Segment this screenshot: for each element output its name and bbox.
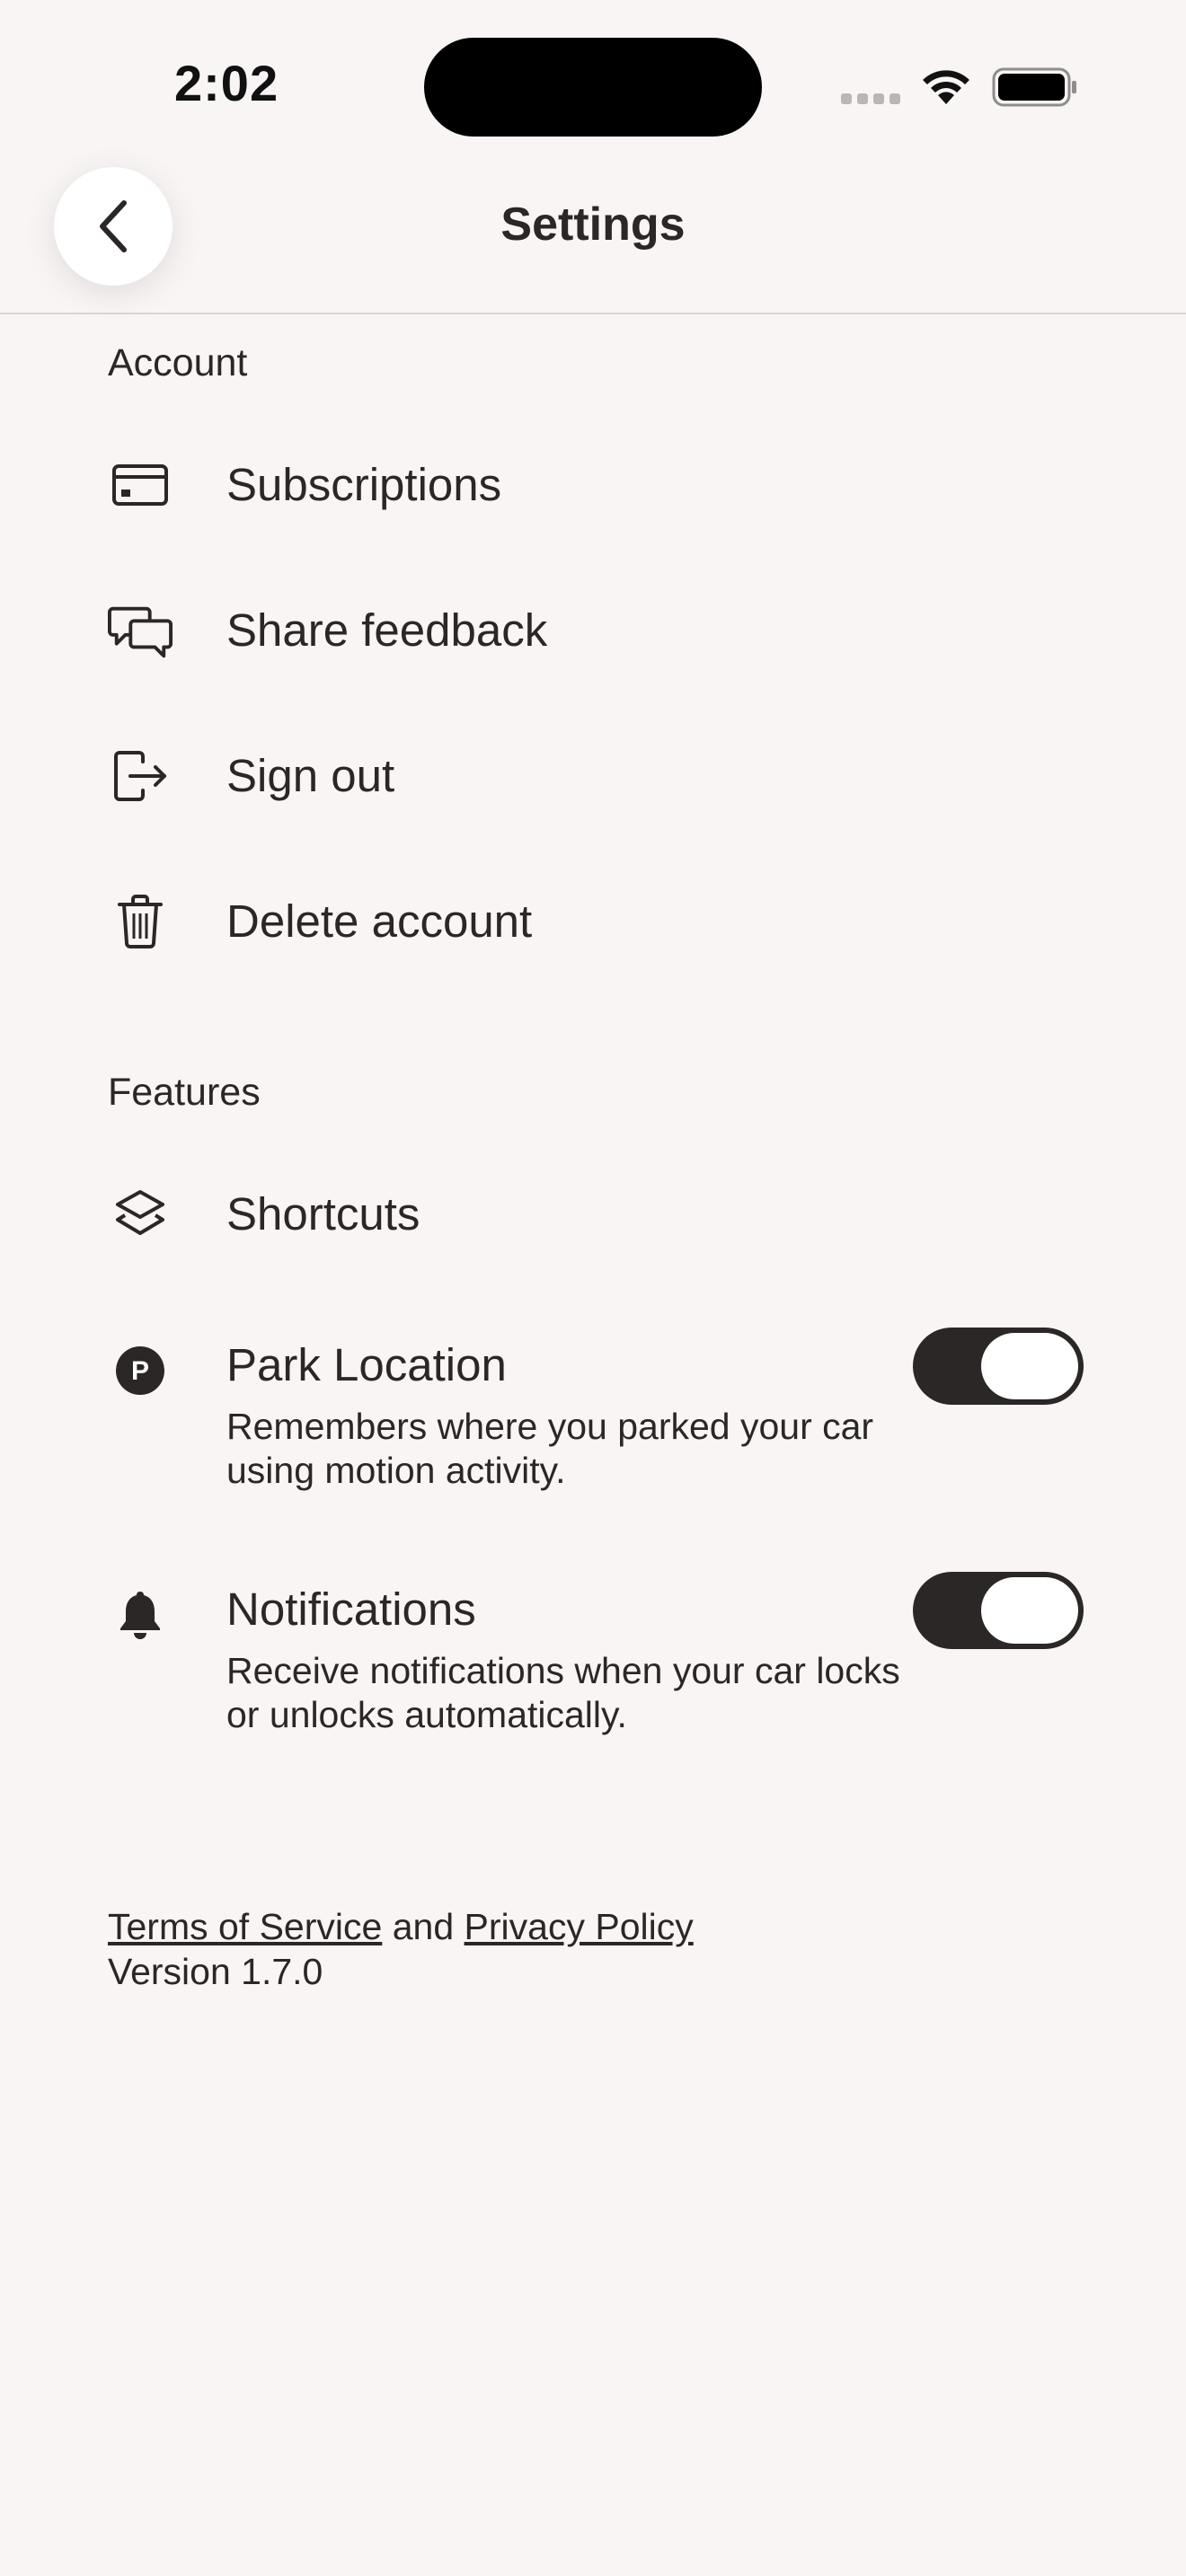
page-title: Settings — [500, 198, 686, 251]
sign-out-icon — [108, 744, 173, 808]
layers-icon — [108, 1182, 173, 1247]
dynamic-island — [424, 38, 762, 137]
notifications-toggle[interactable] — [913, 1572, 1084, 1649]
terms-of-service-link[interactable]: Terms of Service — [108, 1906, 382, 1947]
share-feedback-label: Share feedback — [226, 604, 548, 656]
status-time: 2:02 — [174, 55, 279, 111]
footer: Terms of Service and Privacy Policy Vers… — [108, 1904, 694, 1994]
subscriptions-item[interactable]: Subscriptions — [0, 431, 1186, 539]
svg-text:P: P — [131, 1356, 149, 1386]
battery-icon — [992, 67, 1076, 107]
shortcuts-label: Shortcuts — [226, 1188, 420, 1239]
trash-icon — [108, 889, 173, 954]
privacy-policy-link[interactable]: Privacy Policy — [465, 1906, 694, 1947]
notifications-label: Notifications — [226, 1584, 476, 1635]
toggle-knob — [981, 1577, 1078, 1644]
toggle-knob — [981, 1333, 1078, 1399]
sign-out-item[interactable]: Sign out — [0, 722, 1186, 830]
status-bar: 2:02 — [0, 0, 1186, 171]
section-label-account: Account — [108, 341, 248, 384]
park-location-label: Park Location — [226, 1339, 507, 1390]
chat-bubbles-icon — [108, 598, 173, 663]
cellular-signal-icon — [841, 93, 900, 104]
shortcuts-item[interactable]: Shortcuts — [0, 1160, 1186, 1268]
nav-header: Settings — [0, 153, 1186, 314]
sign-out-label: Sign out — [226, 750, 395, 801]
legal-and-text: and — [392, 1906, 455, 1947]
park-location-description: Remembers where you parked your car usin… — [226, 1406, 874, 1491]
notifications-description: Receive notifications when your car lock… — [226, 1650, 900, 1735]
credit-card-icon — [108, 453, 173, 517]
subscriptions-label: Subscriptions — [226, 459, 502, 510]
bell-icon — [108, 1583, 173, 1647]
parking-icon: P — [108, 1338, 173, 1403]
section-label-features: Features — [108, 1071, 261, 1114]
legal-links: Terms of Service and Privacy Policy — [108, 1904, 694, 1949]
delete-account-label: Delete account — [226, 895, 533, 947]
version-text: Version 1.7.0 — [108, 1951, 323, 1992]
wifi-icon — [923, 70, 969, 104]
delete-account-item[interactable]: Delete account — [0, 868, 1186, 975]
share-feedback-item[interactable]: Share feedback — [0, 577, 1186, 684]
park-location-toggle[interactable] — [913, 1328, 1084, 1405]
